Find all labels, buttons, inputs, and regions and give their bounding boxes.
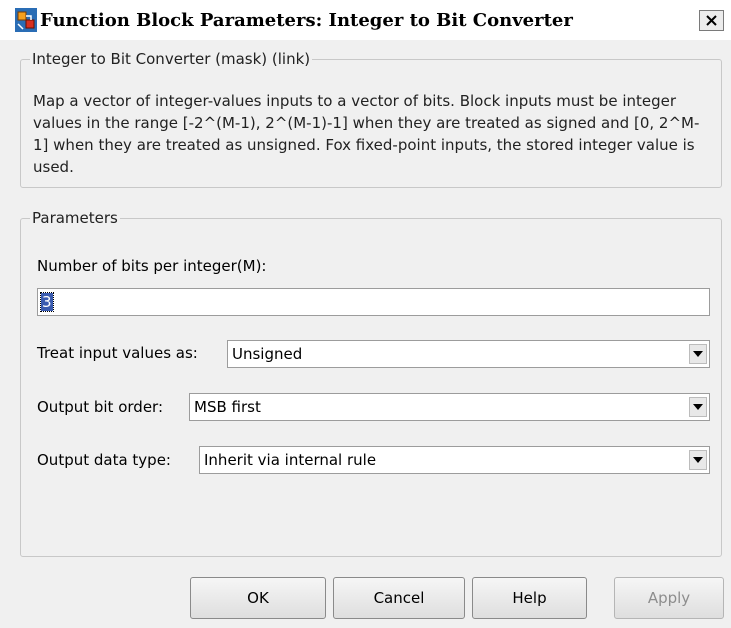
window-title: Function Block Parameters: Integer to Bi… bbox=[40, 10, 573, 31]
treat-input-dropdown[interactable]: Unsigned bbox=[227, 340, 710, 368]
output-bit-order-label: Output bit order: bbox=[37, 398, 163, 416]
chevron-down-icon[interactable] bbox=[689, 397, 707, 417]
chevron-down-icon[interactable] bbox=[689, 450, 707, 470]
description-text: Map a vector of integer-values inputs to… bbox=[33, 92, 700, 176]
apply-button[interactable]: Apply bbox=[614, 577, 724, 619]
output-data-type-label: Output data type: bbox=[37, 451, 171, 469]
output-bit-order-value: MSB first bbox=[194, 398, 261, 416]
treat-input-value: Unsigned bbox=[232, 345, 303, 363]
close-button[interactable] bbox=[699, 10, 724, 31]
chevron-down-icon[interactable] bbox=[689, 344, 707, 364]
description-legend: Integer to Bit Converter (mask) (link) bbox=[32, 50, 311, 68]
bits-per-integer-label: Number of bits per integer(M): bbox=[37, 257, 267, 275]
output-bit-order-dropdown[interactable]: MSB first bbox=[189, 393, 710, 421]
bits-per-integer-input[interactable]: 3 bbox=[37, 288, 710, 316]
simulink-block-icon bbox=[15, 8, 37, 32]
close-icon bbox=[706, 12, 717, 30]
title-bar: Function Block Parameters: Integer to Bi… bbox=[0, 0, 731, 40]
output-data-type-value: Inherit via internal rule bbox=[204, 451, 377, 469]
treat-input-label: Treat input values as: bbox=[37, 344, 198, 362]
ok-button[interactable]: OK bbox=[190, 577, 326, 619]
cancel-button[interactable]: Cancel bbox=[333, 577, 465, 619]
help-button[interactable]: Help bbox=[472, 577, 587, 619]
parameters-legend: Parameters bbox=[32, 209, 118, 227]
output-data-type-dropdown[interactable]: Inherit via internal rule bbox=[199, 446, 710, 474]
bits-per-integer-value: 3 bbox=[40, 292, 54, 312]
